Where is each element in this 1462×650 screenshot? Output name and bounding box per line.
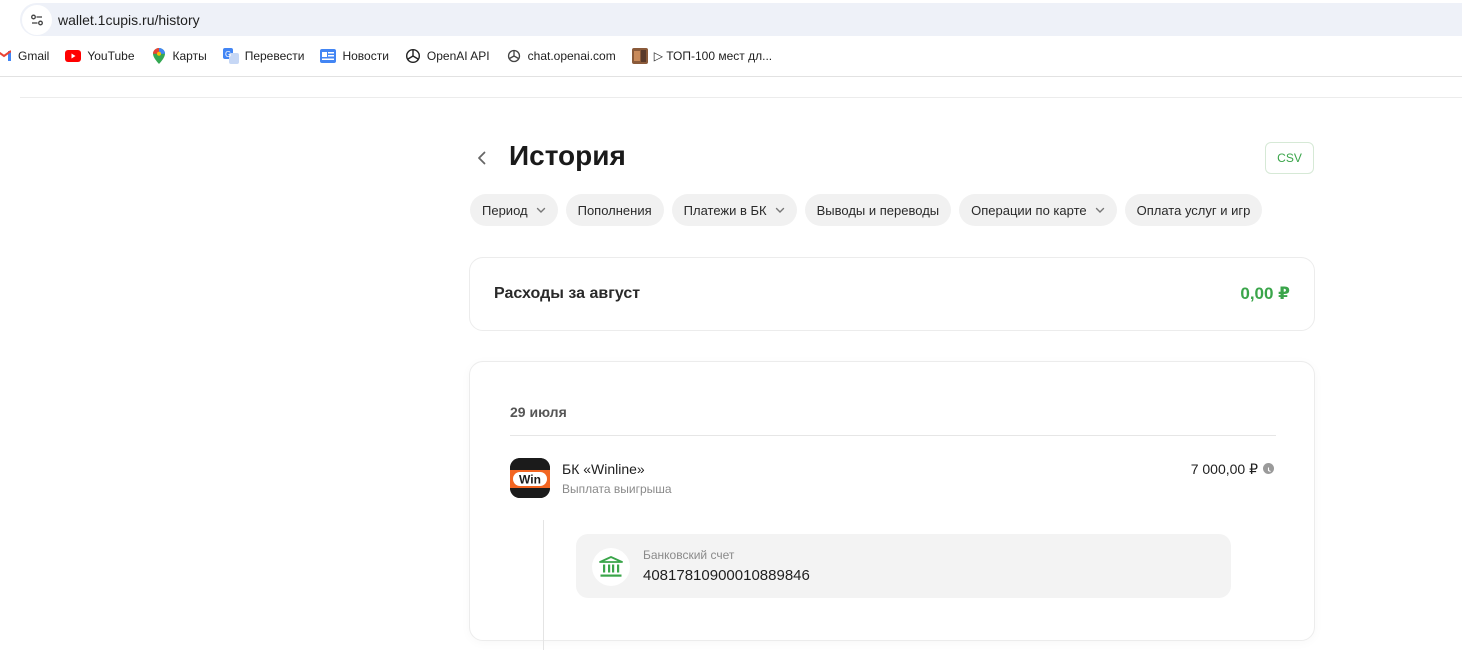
back-button[interactable] — [470, 146, 494, 170]
date-divider — [510, 435, 1276, 436]
filter-bk-payments[interactable]: Платежи в БК — [671, 194, 797, 226]
filter-deposits[interactable]: Пополнения — [565, 194, 664, 226]
winline-logo-text: Win — [519, 473, 541, 487]
chevron-down-icon — [1095, 205, 1105, 215]
transaction-name: БК «Winline» — [562, 461, 645, 477]
transaction-type: Выплата выигрыша — [562, 482, 672, 496]
bookmark-openai-api[interactable]: OpenAI API — [405, 48, 490, 64]
news-icon — [320, 48, 337, 64]
url-text[interactable]: wallet.1cupis.ru/history — [58, 12, 200, 28]
filter-services-games[interactable]: Оплата услуг и игр — [1124, 194, 1263, 226]
filter-withdrawals[interactable]: Выводы и переводы — [804, 194, 952, 226]
history-card: 29 июля Win БК «Winline» Выплата выигрыш… — [469, 361, 1315, 650]
bookmark-maps[interactable]: Карты — [151, 48, 207, 64]
bank-account-number: 40817810900010889846 — [643, 567, 810, 584]
chevron-down-icon — [775, 205, 785, 215]
bookmark-youtube[interactable]: YouTube — [65, 48, 135, 64]
bookmark-gmail[interactable]: Gmail — [0, 48, 49, 64]
image-thumb-icon — [631, 48, 648, 64]
filter-card-operations[interactable]: Операции по карте — [959, 194, 1117, 226]
clock-icon — [1263, 463, 1274, 474]
chevron-left-icon — [478, 151, 486, 165]
bookmark-top100[interactable]: ▷ ТОП-100 мест дл... — [631, 48, 772, 64]
bank-account-details: Банковский счет 40817810900010889846 — [576, 534, 1231, 598]
summary-amount: 0,00 ₽ — [1240, 284, 1290, 303]
browser-divider — [0, 76, 1462, 77]
bookmarks-bar: Gmail YouTube Карты G Перевести Новости … — [0, 40, 1462, 72]
chatgpt-icon — [506, 48, 522, 64]
date-group-label: 29 июля — [510, 404, 567, 420]
winline-logo: Win — [510, 458, 550, 498]
maps-icon — [151, 48, 167, 64]
tree-connector — [543, 520, 544, 650]
svg-text:G: G — [225, 50, 231, 59]
filter-period[interactable]: Период — [470, 194, 558, 226]
chevron-down-icon — [536, 205, 546, 215]
bank-icon — [592, 548, 630, 586]
bookmark-news[interactable]: Новости — [320, 48, 389, 64]
openai-icon — [405, 48, 421, 64]
transaction-amount: 7 000,00 ₽ — [1190, 461, 1258, 477]
filter-chips: Период Пополнения Платежи в БК Выводы и … — [470, 194, 1263, 226]
summary-label: Расходы за август — [494, 285, 641, 302]
site-info-icon[interactable] — [22, 4, 52, 35]
bank-account-label: Банковский счет — [643, 548, 735, 562]
address-bar[interactable]: wallet.1cupis.ru/history — [20, 3, 1462, 36]
gmail-icon — [0, 48, 12, 64]
browser-toolbar: wallet.1cupis.ru/history — [0, 0, 1462, 40]
page-title: История — [509, 140, 626, 171]
expenses-summary-card: Расходы за август 0,00 ₽ — [469, 257, 1315, 331]
header-divider — [20, 97, 1462, 98]
bookmark-chatgpt[interactable]: chat.openai.com — [506, 48, 616, 64]
translate-icon: G — [222, 48, 239, 64]
csv-export-button[interactable]: CSV — [1265, 142, 1314, 174]
youtube-icon — [65, 48, 82, 64]
bookmark-translate[interactable]: G Перевести — [222, 48, 304, 64]
